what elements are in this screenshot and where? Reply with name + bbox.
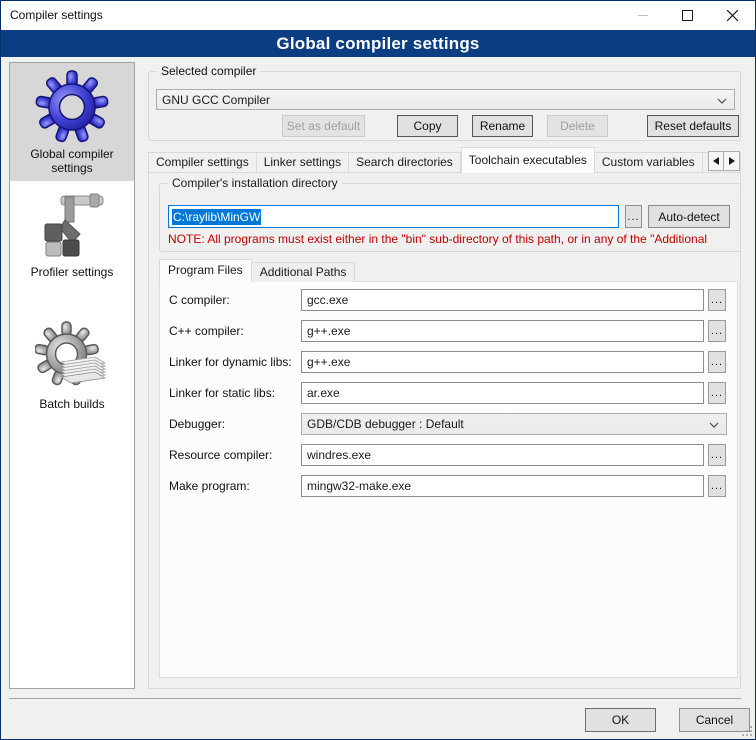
arrow-right-icon — [728, 157, 735, 165]
toolchain-executables-page: Compiler's installation directory C:\ray… — [148, 172, 741, 689]
footer-separator — [9, 698, 741, 699]
window-title: Compiler settings — [10, 1, 103, 30]
cpp-compiler-input[interactable]: g++.exe — [301, 320, 704, 342]
resource-compiler-browse-button[interactable]: ... — [708, 444, 726, 466]
linker-static-label: Linker for static libs: — [169, 382, 299, 404]
resize-grip[interactable] — [740, 724, 753, 737]
installation-directory-value: C:\raylib\MinGW — [172, 209, 261, 225]
tab-search-directories[interactable]: Search directories — [349, 152, 461, 173]
reset-defaults-button[interactable]: Reset defaults — [647, 115, 739, 137]
program-files-tab-strip: Program Files Additional Paths — [159, 259, 355, 282]
cpp-compiler-browse-button[interactable]: ... — [708, 320, 726, 342]
make-program-browse-button[interactable]: ... — [708, 475, 726, 497]
resource-compiler-label: Resource compiler: — [169, 444, 299, 466]
sidebar-item-label: Batch builds — [10, 397, 134, 411]
set-as-default-button[interactable]: Set as default — [282, 115, 365, 137]
compiler-select-value: GNU GCC Compiler — [162, 93, 270, 107]
tab-custom-variables[interactable]: Custom variables — [595, 152, 703, 173]
installation-directory-group-label: Compiler's installation directory — [168, 176, 342, 190]
selected-compiler-group: Selected compiler GNU GCC Compiler Set a… — [148, 71, 741, 141]
tab-scroll-left-button[interactable] — [708, 151, 724, 171]
make-program-input[interactable]: mingw32-make.exe — [301, 475, 704, 497]
sidebar-item-label: Profiler settings — [10, 265, 134, 279]
chevron-down-icon — [717, 98, 727, 104]
field-row-resource-compiler: Resource compiler: windres.exe ... — [160, 444, 737, 466]
chevron-down-icon — [709, 422, 719, 428]
title-bar[interactable]: Compiler settings — [1, 1, 755, 30]
arrow-left-icon — [713, 157, 720, 165]
field-row-c-compiler: C compiler: gcc.exe ... — [160, 289, 737, 311]
program-files-page: C compiler: gcc.exe ... C++ compiler: g+… — [159, 281, 738, 678]
linker-dynamic-input[interactable]: g++.exe — [301, 351, 704, 373]
sidebar-item-global-compiler-settings[interactable]: Global compiler settings — [10, 63, 134, 181]
copy-button[interactable]: Copy — [397, 115, 458, 137]
field-row-linker-dynamic: Linker for dynamic libs: g++.exe ... — [160, 351, 737, 373]
page-title: Global compiler settings — [276, 34, 479, 54]
tab-scroll-buttons — [708, 151, 740, 171]
installation-directory-input[interactable]: C:\raylib\MinGW — [168, 205, 619, 228]
sidebar-item-label: Global compiler settings — [10, 147, 134, 175]
cpp-compiler-label: C++ compiler: — [169, 320, 299, 342]
field-row-make-program: Make program: mingw32-make.exe ... — [160, 475, 737, 497]
sidebar-item-profiler-settings[interactable]: Profiler settings — [10, 181, 134, 285]
field-row-cpp-compiler: C++ compiler: g++.exe ... — [160, 320, 737, 342]
sidebar-item-batch-builds[interactable]: Batch builds — [10, 313, 134, 417]
ok-button[interactable]: OK — [585, 708, 656, 732]
tab-linker-settings[interactable]: Linker settings — [257, 152, 349, 173]
close-button[interactable] — [710, 1, 755, 30]
caption-buttons — [620, 1, 755, 30]
resource-compiler-input[interactable]: windres.exe — [301, 444, 704, 466]
make-program-label: Make program: — [169, 475, 299, 497]
maximize-button[interactable] — [665, 1, 710, 30]
auto-detect-button[interactable]: Auto-detect — [648, 205, 730, 228]
subtab-program-files[interactable]: Program Files — [159, 259, 252, 282]
blue-gear-icon — [35, 70, 109, 144]
linker-static-browse-button[interactable]: ... — [708, 382, 726, 404]
rename-button[interactable]: Rename — [472, 115, 533, 137]
tab-toolchain-executables[interactable]: Toolchain executables — [461, 147, 595, 173]
linker-dynamic-label: Linker for dynamic libs: — [169, 351, 299, 373]
caliper-blocks-icon — [35, 188, 109, 262]
compiler-select[interactable]: GNU GCC Compiler — [156, 89, 735, 110]
c-compiler-input[interactable]: gcc.exe — [301, 289, 704, 311]
dialog-header-banner: Global compiler settings — [1, 30, 755, 57]
minimize-button[interactable] — [620, 1, 665, 30]
field-row-linker-static: Linker for static libs: ar.exe ... — [160, 382, 737, 404]
compiler-settings-dialog: Compiler settings Global compiler settin… — [0, 0, 756, 740]
settings-sidebar: Global compiler settings Profiler settin… — [9, 62, 135, 689]
debugger-select-value: GDB/CDB debugger : Default — [307, 417, 464, 431]
installation-directory-browse-button[interactable]: ... — [625, 205, 642, 228]
selected-compiler-group-label: Selected compiler — [157, 64, 260, 78]
debugger-select[interactable]: GDB/CDB debugger : Default — [301, 413, 727, 435]
settings-tab-strip: Compiler settings Linker settings Search… — [148, 147, 741, 173]
maximize-icon — [682, 10, 693, 21]
linker-dynamic-browse-button[interactable]: ... — [708, 351, 726, 373]
tab-scroll-right-button[interactable] — [724, 151, 740, 171]
subtab-additional-paths[interactable]: Additional Paths — [252, 262, 356, 282]
close-icon — [727, 10, 738, 21]
field-row-debugger: Debugger: GDB/CDB debugger : Default — [160, 413, 737, 435]
c-compiler-browse-button[interactable]: ... — [708, 289, 726, 311]
installation-directory-group: Compiler's installation directory C:\ray… — [159, 183, 741, 252]
installation-directory-note: NOTE: All programs must exist either in … — [168, 232, 736, 246]
minimize-icon — [638, 14, 648, 17]
tab-compiler-settings[interactable]: Compiler settings — [148, 152, 257, 173]
gray-gear-stack-icon — [35, 320, 109, 394]
c-compiler-label: C compiler: — [169, 289, 299, 311]
delete-button[interactable]: Delete — [547, 115, 608, 137]
debugger-label: Debugger: — [169, 413, 299, 435]
linker-static-input[interactable]: ar.exe — [301, 382, 704, 404]
